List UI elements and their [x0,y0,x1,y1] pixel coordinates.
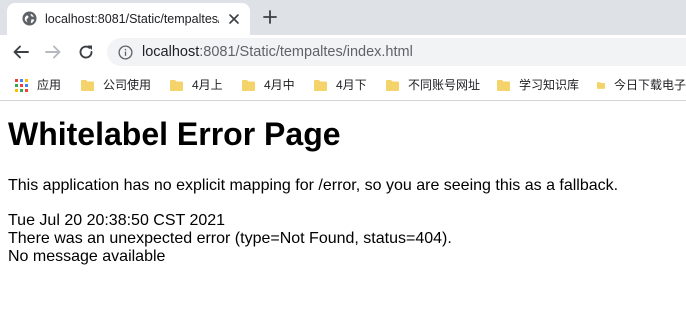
bookmark-label: 4月中 [264,78,295,92]
apps-grid-icon [15,78,28,92]
bookmark-label: 4月上 [192,78,223,92]
folder-icon [497,79,510,91]
browser-toolbar: localhost:8081/Static/tempaltes/index.ht… [0,35,686,69]
folder-icon [81,79,94,91]
bookmark-folder[interactable]: 今日下载电子 [597,76,686,94]
browser-tab[interactable]: localhost:8081/Static/tempaltes/index.ht… [7,3,250,35]
tab-title: localhost:8081/Static/tempaltes/index.ht… [45,12,219,26]
bookmark-label: 应用 [37,78,62,92]
reload-icon[interactable] [77,43,95,61]
tab-strip: localhost:8081/Static/tempaltes/index.ht… [0,0,686,35]
bookmark-label: 学习知识库 [519,78,580,92]
error-explanation: This application has no explicit mapping… [8,177,619,194]
bookmark-folder[interactable]: 4月中 [242,76,295,94]
bookmark-folder[interactable]: 4月上 [170,76,223,94]
folder-icon [242,79,255,91]
bookmark-label: 不同账号网址 [408,78,481,92]
error-status: There was an unexpected error (type=Not … [8,230,452,247]
bookmark-folder[interactable]: 4月下 [314,76,367,94]
url-text[interactable]: localhost:8081/Static/tempaltes/index.ht… [142,44,413,61]
bookmark-label: 公司使用 [103,78,152,92]
bookmark-folder[interactable]: 不同账号网址 [386,76,480,94]
url-path: :8081/Static/tempaltes/index.html [199,44,413,60]
bookmark-label: 今日下载电子 [613,78,686,92]
error-details: Tue Jul 20 20:38:50 CST 2021 There was a… [8,212,452,266]
error-timestamp: Tue Jul 20 20:38:50 CST 2021 [8,212,226,229]
address-bar[interactable]: localhost:8081/Static/tempaltes/index.ht… [107,38,686,66]
globe-icon [22,11,37,26]
url-host: localhost [142,44,200,60]
info-icon[interactable] [118,45,133,60]
folder-icon [386,79,399,91]
folder-icon [170,79,183,91]
page-title: Whitelabel Error Page [8,116,341,152]
forward-arrow-icon[interactable] [44,43,62,61]
bookmark-folder[interactable]: 学习知识库 [497,76,579,94]
bookmark-apps[interactable]: 应用 [15,76,61,94]
folder-icon [597,81,605,89]
bookmark-label: 4月下 [336,78,367,92]
folder-icon [314,79,327,91]
bookmark-folder[interactable]: 公司使用 [81,76,151,94]
close-icon[interactable] [227,12,241,26]
error-message: No message available [8,248,166,265]
new-tab-icon[interactable] [262,9,278,25]
back-arrow-icon[interactable] [12,43,30,61]
bookmarks-bar: 应用 公司使用 4月上 4月中 4月下 不同账号网址 学习知识库 今日下载电子 [0,69,686,101]
